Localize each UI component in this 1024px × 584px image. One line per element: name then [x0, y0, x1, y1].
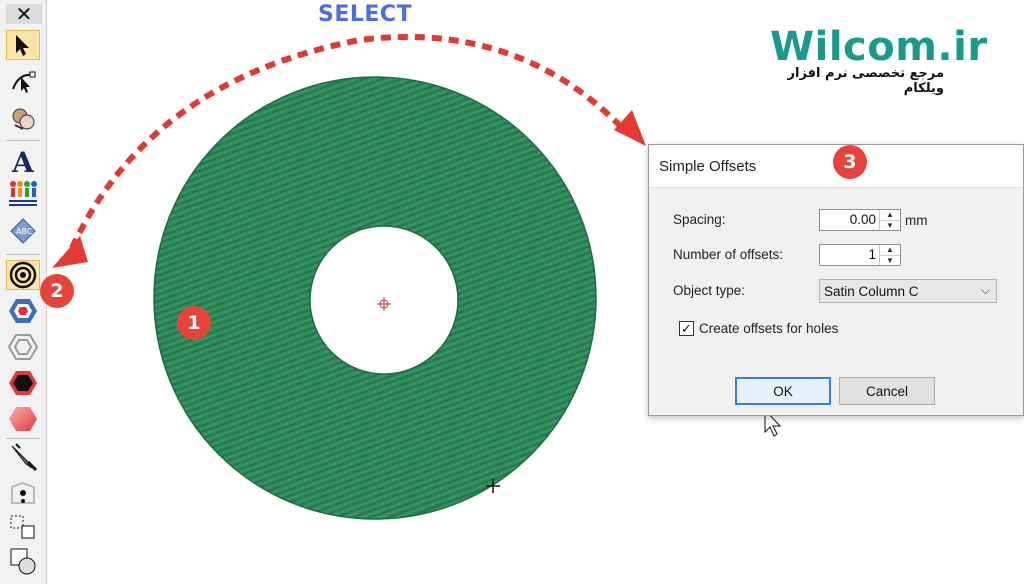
object-type-value: Satin Column C: [824, 284, 919, 299]
spin-down-icon[interactable]: ▼: [880, 220, 900, 231]
embroidery-ring-object[interactable]: [153, 76, 597, 520]
offsets-spinbox[interactable]: 1 ▲ ▼: [819, 244, 901, 266]
cancel-button[interactable]: Cancel: [839, 377, 935, 405]
simple-offsets-dialog: Simple Offsets 3 Spacing: 0.00 ▲ ▼ mm Num…: [648, 144, 1024, 416]
spacing-unit: mm: [905, 213, 928, 228]
brand-logo: Wilcom.ir: [770, 24, 988, 70]
spin-down-icon[interactable]: ▼: [880, 255, 900, 266]
ok-button[interactable]: OK: [735, 377, 831, 405]
callout-3: 3: [833, 145, 867, 179]
offsets-label: Number of offsets:: [673, 247, 784, 262]
create-holes-checkbox[interactable]: ✓: [679, 321, 694, 336]
spacing-stepper[interactable]: ▲ ▼: [879, 210, 900, 230]
offsets-stepper[interactable]: ▲ ▼: [879, 245, 900, 265]
callout-1: 1: [177, 306, 211, 340]
callout-2: 2: [40, 274, 74, 308]
spacing-label: Spacing:: [673, 212, 726, 227]
spacing-spinbox[interactable]: 0.00 ▲ ▼: [819, 209, 901, 231]
create-holes-label: Create offsets for holes: [699, 321, 839, 336]
spin-up-icon[interactable]: ▲: [880, 210, 900, 220]
object-type-select[interactable]: Satin Column C ⌵: [819, 279, 997, 303]
spacing-value: 0.00: [849, 212, 876, 227]
spin-up-icon[interactable]: ▲: [880, 245, 900, 255]
offsets-value: 1: [868, 247, 876, 262]
object-center-marker: [377, 297, 391, 311]
select-annotation-label: SELECT: [318, 2, 413, 27]
brand-tagline: مرجع تخصصی نرم افزار ویلکام: [787, 66, 944, 96]
dialog-title: Simple Offsets: [659, 158, 757, 175]
object-type-label: Object type:: [673, 283, 746, 298]
chevron-down-icon: ⌵: [980, 283, 990, 297]
